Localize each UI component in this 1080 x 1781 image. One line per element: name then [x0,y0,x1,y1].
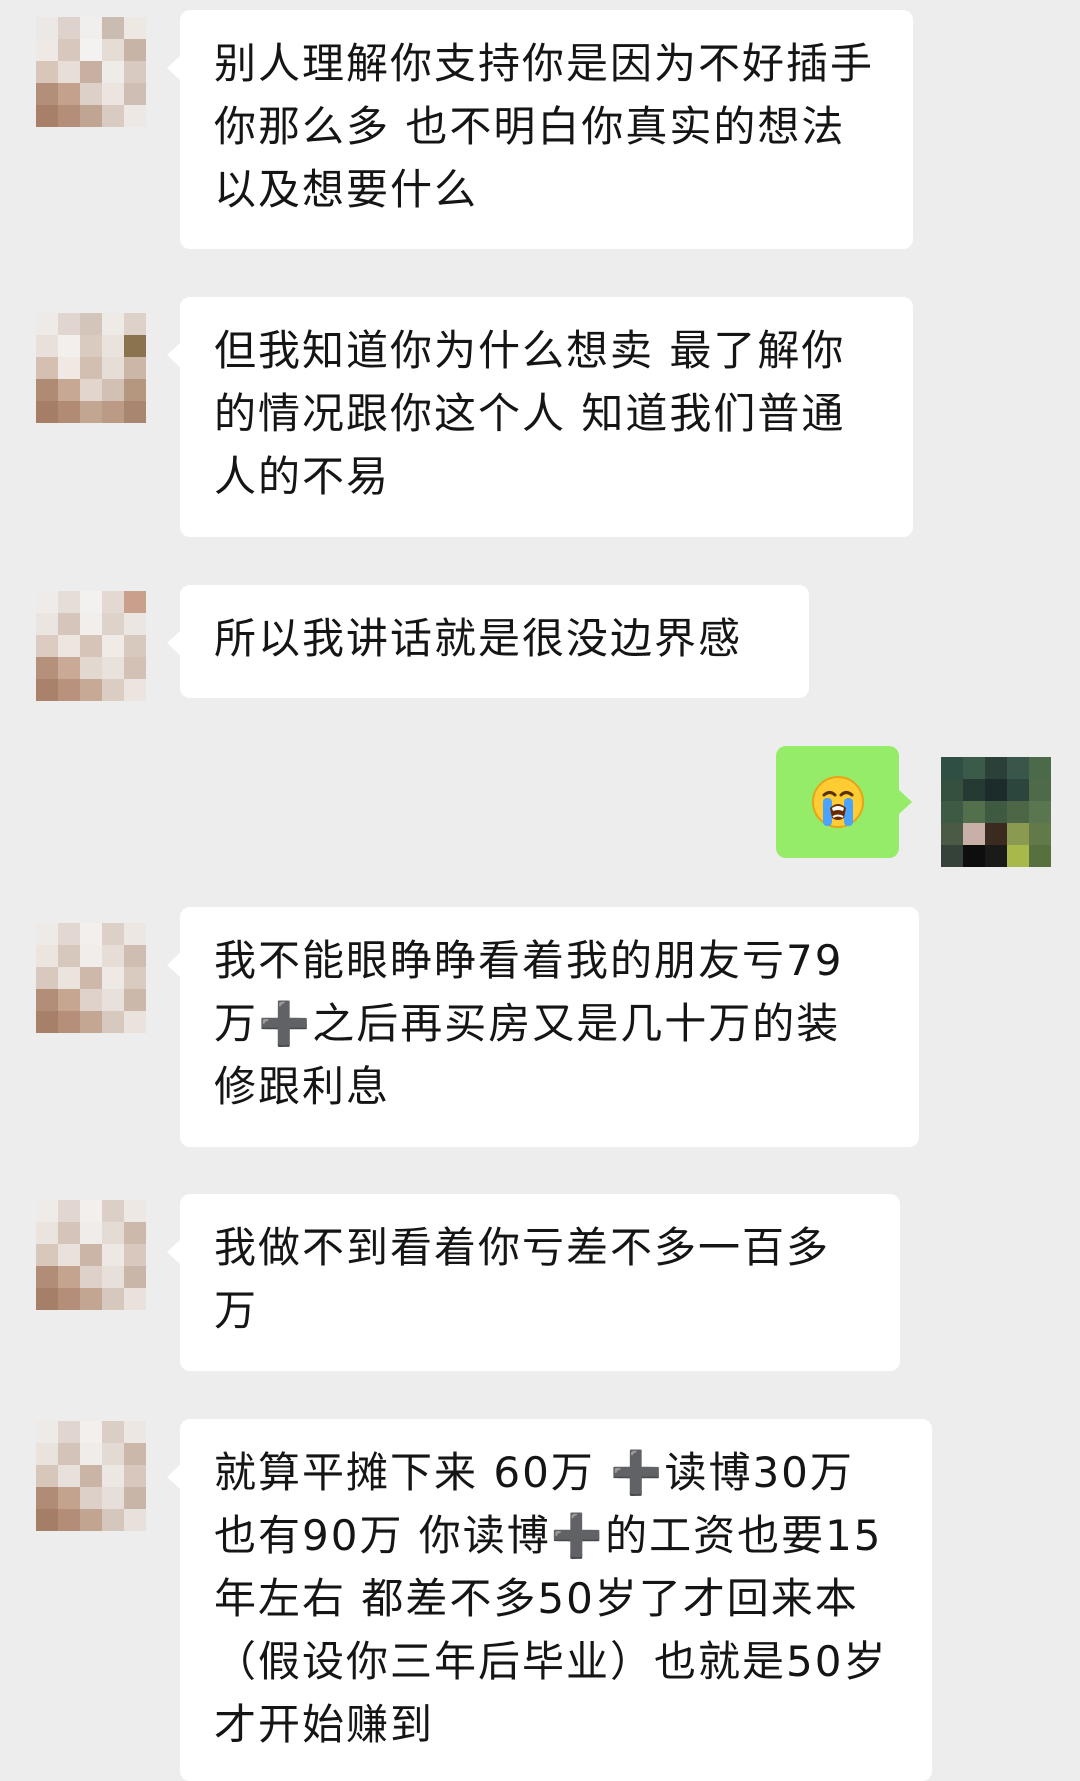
avatar[interactable] [36,1421,146,1531]
message-text: 所以我讲话就是很没边界感 [214,614,743,663]
message-text: 我做不到看着你亏差不多一百多万 [214,1223,831,1335]
message-bubble[interactable]: 我不能眼睁睁看着我的朋友亏79万➕之后再买房又是几十万的装修跟利息 [167,907,919,1147]
avatar[interactable] [36,313,146,423]
message-bubble[interactable]: 但我知道你为什么想卖 最了解你的情况跟你这个人 知道我们普通人的不易 [167,297,913,537]
avatar[interactable] [36,591,146,701]
message-bubble[interactable]: 我做不到看着你亏差不多一百多万 [167,1194,900,1371]
message-text: 别人理解你支持你是因为不好插手你那么多 也不明白你真实的想法 以及想要什么 [214,39,875,214]
message-text: 但我知道你为什么想卖 最了解你的情况跟你这个人 知道我们普通人的不易 [214,326,846,501]
message-text: 我不能眼睁睁看着我的朋友亏79万➕之后再买房又是几十万的装修跟利息 [214,936,844,1111]
message-text: 就算平摊下来 60万 ➕读博30万 也有90万 你读博➕的工资也要15年左右 都… [214,1448,888,1749]
avatar[interactable] [36,17,146,127]
message-bubble[interactable]: 就算平摊下来 60万 ➕读博30万 也有90万 你读博➕的工资也要15年左右 都… [167,1419,932,1781]
self-avatar[interactable] [941,757,1051,867]
message-bubble-outgoing[interactable] [776,746,912,858]
message-bubble[interactable]: 所以我讲话就是很没边界感 [167,585,809,698]
avatar[interactable] [36,923,146,1033]
avatar[interactable] [36,1200,146,1310]
loudly-crying-face-emoji [811,776,864,828]
message-bubble[interactable]: 别人理解你支持你是因为不好插手你那么多 也不明白你真实的想法 以及想要什么 [167,10,913,249]
